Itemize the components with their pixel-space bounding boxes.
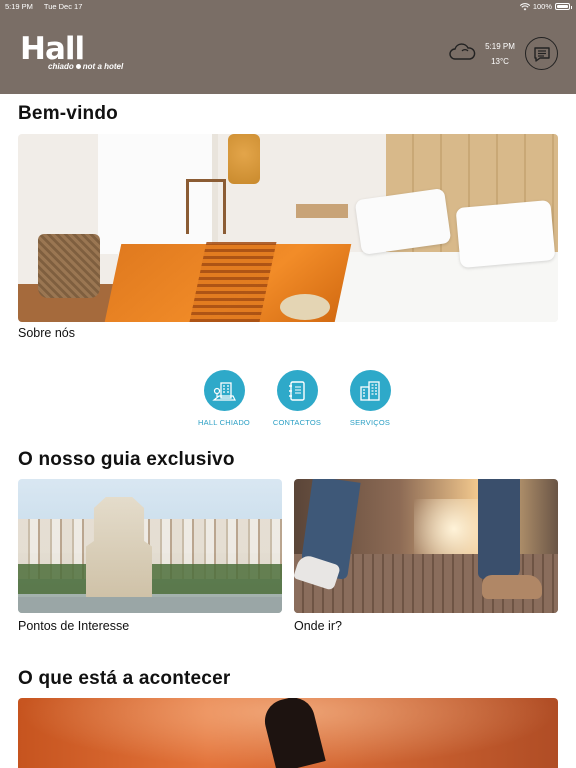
- belem-tower: [86, 497, 152, 607]
- menu-button[interactable]: [525, 37, 558, 70]
- chair: [186, 179, 226, 234]
- weather-widget: 5:19 PM 13°C: [482, 39, 518, 69]
- where-to-go-image[interactable]: [294, 479, 558, 613]
- header-clock: 5:19 PM: [485, 42, 515, 51]
- wifi-icon: [519, 2, 530, 10]
- building-map-icon: [212, 381, 236, 401]
- app-header: 5:19 PM Tue Dec 17 100% Hall chiado not a…: [0, 0, 576, 94]
- chat-list-icon: [533, 46, 550, 62]
- status-time: 5:19 PM: [5, 2, 33, 11]
- logo-tagline-part1: chiado: [48, 62, 74, 71]
- address-book-icon: [289, 380, 305, 401]
- about-us-link[interactable]: Sobre nós: [18, 326, 75, 340]
- where-to-go-link[interactable]: Onde ir?: [294, 619, 342, 633]
- quick-link-circle: [349, 370, 391, 411]
- walking-leg: [478, 479, 520, 579]
- events-title: O que está a acontecer: [18, 668, 231, 689]
- quick-link-servicos[interactable]: SERVIÇOS: [335, 370, 405, 427]
- logo-tagline: chiado not a hotel: [48, 62, 123, 71]
- battery-icon: [555, 3, 572, 10]
- logo-main: Hall: [20, 31, 85, 67]
- shoe: [482, 575, 542, 599]
- hall-logo[interactable]: Hall chiado not a hotel: [20, 31, 123, 71]
- straw-hat: [280, 294, 330, 320]
- cloud-icon: [449, 43, 476, 60]
- guide-title: O nosso guia exclusivo: [18, 449, 235, 470]
- basket: [38, 234, 100, 298]
- logo-tagline-part2: not a hotel: [82, 62, 124, 71]
- status-bar: 5:19 PM Tue Dec 17 100%: [0, 0, 576, 13]
- river: [18, 597, 282, 613]
- events-image[interactable]: [18, 698, 558, 768]
- quick-link-circle: [276, 370, 318, 411]
- logo-dot: [75, 64, 81, 70]
- quick-link-label: HALL CHIADO: [198, 418, 250, 427]
- status-date: Tue Dec 17: [43, 2, 83, 11]
- mannequin: [228, 134, 260, 184]
- quick-link-hall-chiado[interactable]: HALL CHIADO: [189, 370, 259, 427]
- header-temperature: 13°C: [491, 57, 509, 66]
- pillow: [455, 199, 556, 269]
- quick-link-label: SERVIÇOS: [349, 418, 391, 427]
- quick-link-circle: [203, 370, 245, 411]
- shelf: [296, 204, 348, 218]
- points-of-interest-link[interactable]: Pontos de Interesse: [18, 619, 129, 633]
- quick-link-contactos[interactable]: CONTACTOS: [262, 370, 332, 427]
- quick-link-label: CONTACTOS: [272, 418, 322, 427]
- points-of-interest-image[interactable]: [18, 479, 282, 613]
- welcome-title: Bem-vindo: [18, 103, 118, 124]
- battery-level: 100%: [532, 2, 552, 11]
- about-us-image[interactable]: [18, 134, 558, 322]
- buildings-icon: [360, 380, 380, 401]
